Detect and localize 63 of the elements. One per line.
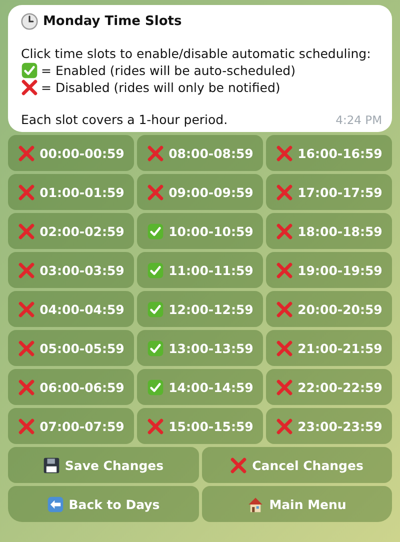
time-slot-button[interactable]: 01:00-01:59: [8, 174, 134, 210]
time-slot-button[interactable]: 11:00-11:59: [137, 252, 263, 288]
cross-icon: [276, 262, 293, 278]
cross-icon: [146, 184, 164, 200]
time-slot-button[interactable]: 20:00-20:59: [266, 291, 392, 327]
legend-text: = Disabled (rides will only be notified): [41, 80, 280, 96]
cross-icon: [18, 222, 35, 240]
cross-icon: [276, 378, 293, 396]
check-icon: [146, 262, 164, 278]
legend-text: = Enabled (rides will be auto-scheduled): [41, 62, 296, 78]
cross-icon: [21, 79, 38, 96]
check-icon: [21, 62, 38, 79]
time-slot-button[interactable]: 03:00-03:59: [8, 252, 134, 288]
message-title: Monday Time Slots: [43, 14, 182, 30]
time-slot-button[interactable]: 04:00-04:59: [8, 291, 134, 327]
cross-icon: [276, 222, 293, 240]
time-slot-button[interactable]: 08:00-08:59: [137, 135, 263, 171]
time-slot-button[interactable]: 06:00-06:59: [8, 369, 134, 405]
time-slot-button[interactable]: 17:00-17:59: [266, 174, 392, 210]
time-slot-button[interactable]: 00:00-00:59: [8, 135, 134, 171]
cross-icon: [276, 144, 293, 162]
time-slot-button[interactable]: 19:00-19:59: [266, 252, 392, 288]
cross-icon: [18, 144, 35, 162]
message-text: Click time slots to enable/disable automatic scheduling:: [21, 46, 371, 61]
cross-icon: [18, 378, 35, 396]
cross-icon: [146, 144, 164, 162]
message-time: 4:24 PM: [336, 112, 382, 128]
cross-icon: [276, 418, 293, 434]
time-slot-button[interactable]: 05:00-05:59: [8, 330, 134, 366]
cross-icon: [276, 300, 293, 318]
time-slot-button[interactable]: 09:00-09:59: [137, 174, 263, 210]
time-slot-button[interactable]: 21:00-21:59: [266, 330, 392, 366]
cancel-button[interactable]: Cancel Changes: [202, 447, 392, 483]
time-slot-button[interactable]: 07:00-07:59: [8, 408, 134, 444]
cross-icon: [230, 456, 248, 474]
cross-icon: [18, 184, 35, 200]
check-icon: [146, 378, 164, 396]
time-slot-button[interactable]: 16:00-16:59: [266, 135, 392, 171]
time-slot-button[interactable]: 23:00-23:59: [266, 408, 392, 444]
message-text: Each slot covers a 1-hour period.: [21, 112, 228, 128]
cross-icon: [146, 418, 164, 434]
time-slot-button[interactable]: 22:00-22:59: [266, 369, 392, 405]
time-slot-button[interactable]: 02:00-02:59: [8, 213, 134, 249]
home-button[interactable]: Main Menu: [202, 486, 392, 522]
cross-icon: [18, 300, 35, 318]
check-icon: [146, 300, 164, 318]
house-icon: [247, 496, 264, 512]
time-slot-button[interactable]: 14:00-14:59: [137, 369, 263, 405]
check-icon: [146, 340, 164, 356]
time-slot-button[interactable]: 15:00-15:59: [137, 408, 263, 444]
check-icon: [146, 222, 164, 240]
cross-icon: [276, 340, 293, 356]
cross-icon: [18, 340, 35, 356]
clock-icon: [21, 13, 38, 30]
time-slot-button[interactable]: 12:00-12:59: [137, 291, 263, 327]
time-slot-button[interactable]: 13:00-13:59: [137, 330, 263, 366]
time-slot-button[interactable]: 18:00-18:59: [266, 213, 392, 249]
cross-icon: [276, 184, 293, 200]
save-button[interactable]: Save Changes: [8, 447, 198, 483]
cross-icon: [18, 262, 35, 278]
time-slot-button[interactable]: 10:00-10:59: [137, 213, 263, 249]
back-button[interactable]: Back to Days: [8, 486, 198, 522]
cross-icon: [18, 418, 35, 434]
